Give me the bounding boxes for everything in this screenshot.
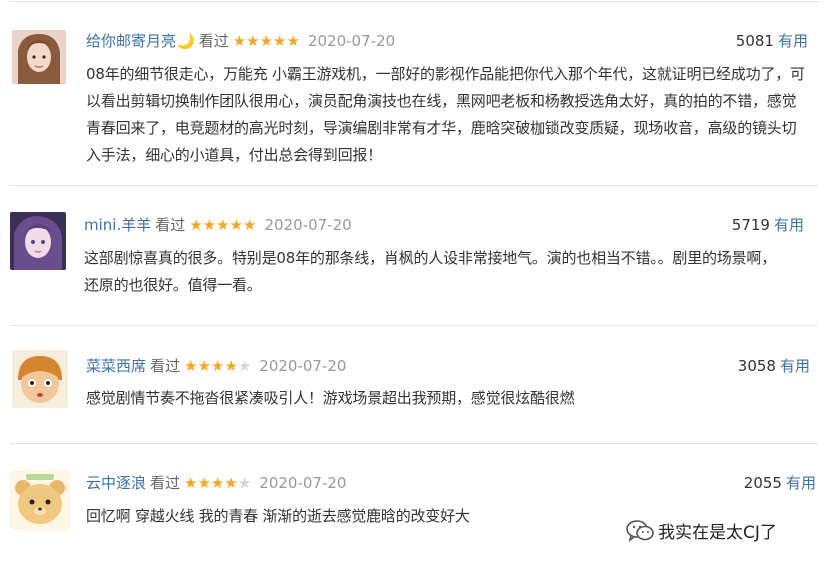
divider — [10, 443, 818, 444]
useful-button[interactable]: 有用 — [786, 474, 816, 492]
watermark: 我实在是太CJ了 — [626, 518, 777, 547]
stars-off: ★ — [237, 474, 252, 492]
star-rating: ★★★★★ — [184, 474, 251, 492]
review-content: 08年的细节很走心，万能充 小霸王游戏机，一部好的影视作品能把你代入那个年代，这… — [86, 65, 805, 164]
helpful-count: 2055 — [743, 474, 782, 492]
watched-label: 看过 — [198, 32, 229, 50]
helpful-vote: 5081 有用 — [736, 31, 808, 51]
review-date: 2020-07-20 — [259, 357, 347, 375]
star-rating: ★★★★★ — [233, 32, 300, 50]
divider — [10, 185, 818, 186]
useful-button[interactable]: 有用 — [780, 357, 810, 375]
username-link[interactable]: 云中逐浪 — [86, 474, 146, 492]
helpful-vote: 5719 有用 — [732, 215, 804, 235]
username-link[interactable]: 给你邮寄月亮🌙 — [86, 32, 195, 50]
helpful-count: 3058 — [737, 357, 776, 375]
review-meta: 给你邮寄月亮🌙 看过 ★★★★★ 2020-07-20 — [86, 31, 395, 51]
stars-on: ★★★★★ — [232, 32, 300, 50]
review-content: 回忆啊 穿越火线 我的青春 渐渐的逝去感觉鹿晗的改变好大 — [86, 507, 470, 525]
divider — [10, 1, 820, 2]
helpful-count: 5719 — [731, 216, 770, 234]
avatar[interactable] — [10, 470, 70, 530]
helpful-vote: 3058 有用 — [738, 356, 810, 376]
star-rating: ★★★★★ — [184, 357, 251, 375]
star-rating: ★★★★★ — [189, 216, 256, 234]
stars-off: ★ — [237, 357, 252, 375]
review-meta: mini.羊羊 看过 ★★★★★ 2020-07-20 — [84, 215, 352, 235]
avatar[interactable] — [12, 30, 66, 84]
username-link[interactable]: 菜菜西席 — [86, 357, 146, 375]
divider — [10, 325, 818, 326]
useful-button[interactable]: 有用 — [774, 216, 804, 234]
review-date: 2020-07-20 — [259, 474, 347, 492]
helpful-vote: 2055 有用 — [744, 473, 816, 493]
stars-on: ★★★★ — [184, 357, 238, 375]
avatar[interactable] — [12, 350, 68, 408]
stars-on: ★★★★ — [184, 474, 238, 492]
review-content: 感觉剧情节奏不拖沓很紧凑吸引人！游戏场景超出我预期，感觉很炫酷很燃 — [86, 389, 575, 407]
watched-label: 看过 — [155, 216, 186, 234]
useful-button[interactable]: 有用 — [778, 32, 808, 50]
avatar[interactable] — [10, 212, 66, 270]
review-meta: 菜菜西席 看过 ★★★★★ 2020-07-20 — [86, 356, 346, 376]
watched-label: 看过 — [150, 357, 181, 375]
review-date: 2020-07-20 — [307, 32, 396, 50]
watermark-text: 我实在是太CJ了 — [658, 523, 777, 543]
review-date: 2020-07-20 — [264, 216, 352, 234]
wechat-icon — [626, 519, 654, 547]
helpful-count: 5081 — [735, 32, 774, 50]
watched-label: 看过 — [150, 474, 181, 492]
review-meta: 云中逐浪 看过 ★★★★★ 2020-07-20 — [86, 473, 346, 493]
stars-on: ★★★★★ — [189, 216, 257, 234]
username-link[interactable]: mini.羊羊 — [84, 216, 151, 234]
review-content: 这部剧惊喜真的很多。特别是08年的那条线，肖枫的人设非常接地气。演的也相当不错。… — [84, 249, 776, 294]
